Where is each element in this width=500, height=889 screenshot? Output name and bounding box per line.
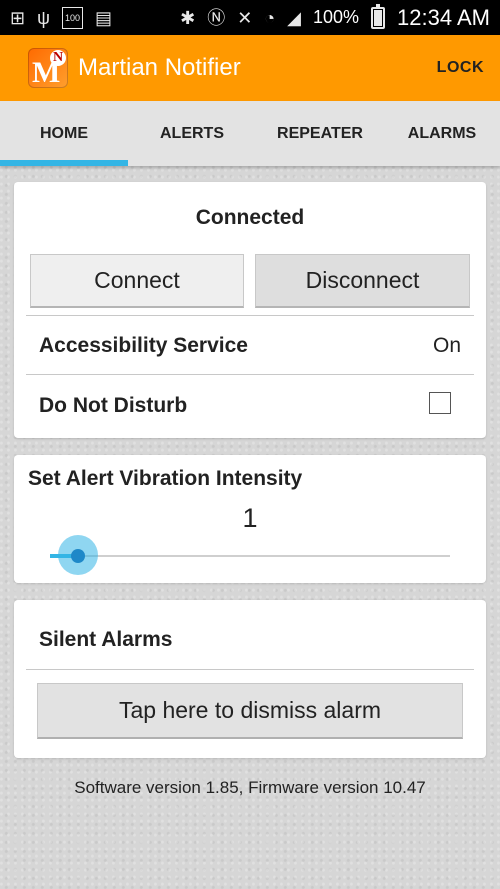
sd-card-icon: ▤ — [94, 7, 112, 28]
lock-button[interactable]: LOCK — [437, 59, 484, 77]
app-title: Martian Notifier — [78, 54, 241, 81]
alarms-card: Silent Alarms Tap here to dismiss alarm — [14, 600, 486, 758]
divider — [26, 374, 474, 375]
status-bar-right: ✱ Ⓝ ✕ ◔ ◢ 100% 12:34 AM — [180, 3, 490, 31]
connect-button[interactable]: Connect — [30, 254, 244, 308]
tab-repeater[interactable]: REPEATER — [256, 101, 384, 166]
dnd-checkbox[interactable] — [429, 392, 451, 414]
app-logo-icon: M N — [28, 48, 68, 89]
wifi-icon: ◔ — [264, 7, 276, 28]
add-box-icon: ⊞ — [10, 7, 26, 28]
app-bar-left: M N Martian Notifier — [28, 48, 241, 89]
vibration-card: Set Alert Vibration Intensity 1 — [14, 455, 486, 583]
connection-status: Connected — [195, 206, 305, 229]
status-bar: ⊞ ψ 100 ▤ ✱ Ⓝ ✕ ◔ ◢ 100% 12:34 AM — [0, 0, 500, 35]
tab-alarms[interactable]: ALARMS — [384, 101, 500, 166]
nfc-icon: Ⓝ — [207, 7, 226, 28]
vibration-slider[interactable] — [50, 535, 450, 575]
slider-thumb[interactable] — [71, 549, 85, 563]
silent-alarms-title: Silent Alarms — [39, 628, 173, 651]
accessibility-value: On — [432, 334, 461, 357]
connection-card: Connected Connect Disconnect Accessibili… — [14, 182, 486, 438]
accessibility-label: Accessibility Service — [39, 334, 248, 357]
divider — [26, 315, 474, 316]
tab-bar: HOME ALERTS REPEATER ALARMS — [0, 101, 500, 166]
vibration-value: 1 — [242, 503, 258, 533]
bluetooth-icon: ✱ — [180, 7, 196, 28]
app-bar: M N Martian Notifier LOCK — [0, 35, 500, 101]
battery-100-icon: 100 — [61, 6, 83, 29]
usb-icon: ψ — [37, 7, 50, 28]
dismiss-alarm-button[interactable]: Tap here to dismiss alarm — [37, 683, 463, 739]
vibration-title: Set Alert Vibration Intensity — [28, 467, 303, 490]
mute-icon: ✕ — [237, 7, 253, 28]
version-text: Software version 1.85, Firmware version … — [74, 778, 426, 797]
status-bar-left: ⊞ ψ 100 ▤ — [10, 6, 112, 29]
tab-alerts[interactable]: ALERTS — [128, 101, 256, 166]
tab-home[interactable]: HOME — [0, 101, 128, 166]
battery-icon — [371, 3, 386, 29]
signal-icon: ◢ — [287, 7, 301, 28]
battery-percent: 100% — [313, 7, 360, 27]
clock: 12:34 AM — [397, 4, 490, 30]
disconnect-button[interactable]: Disconnect — [255, 254, 470, 308]
app-logo-badge: N — [50, 50, 66, 66]
divider — [26, 669, 474, 670]
dnd-label: Do Not Disturb — [39, 394, 188, 417]
